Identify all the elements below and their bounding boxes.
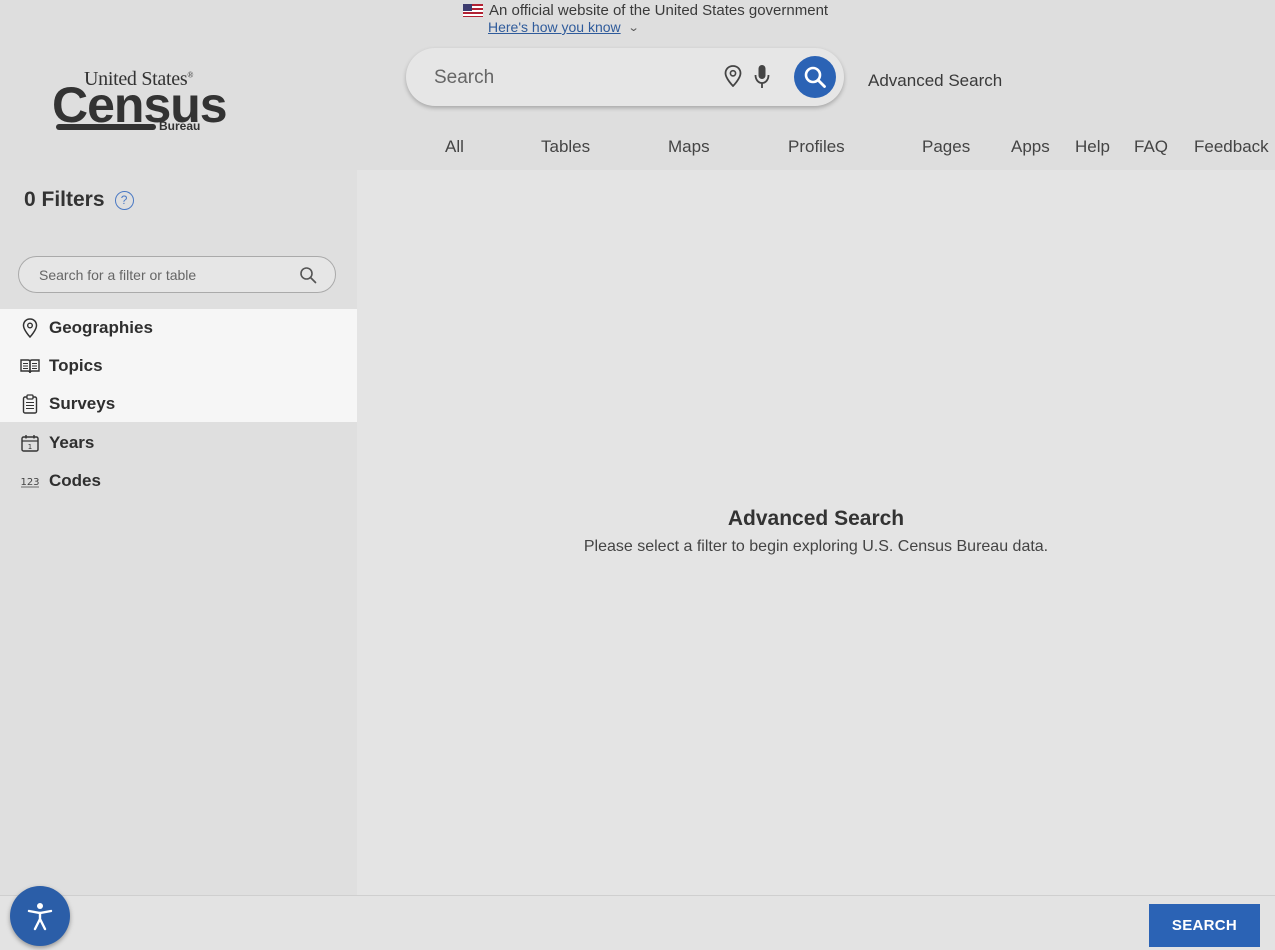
tab-all[interactable]: All (445, 137, 464, 157)
microphone-icon[interactable] (754, 64, 770, 95)
tab-tables[interactable]: Tables (541, 137, 590, 157)
tab-maps[interactable]: Maps (668, 137, 710, 157)
filter-search-input[interactable]: Search for a filter or table (39, 267, 196, 283)
search-icon (804, 66, 826, 88)
advanced-search-instructions: Please select a filter to begin explorin… (583, 538, 1049, 555)
svg-text:123: 123 (20, 477, 39, 488)
search-button[interactable]: SEARCH (1149, 904, 1260, 947)
global-search-input[interactable]: Search (434, 67, 494, 89)
filter-search-field[interactable]: Search for a filter or table (18, 256, 336, 293)
sidebar-item-label: Years (49, 433, 95, 452)
search-icon[interactable] (299, 266, 317, 289)
tab-help[interactable]: Help (1075, 137, 1110, 157)
tab-faq[interactable]: FAQ (1134, 137, 1168, 157)
result-type-tabs: All Tables Maps Profiles Pages Apps Help… (0, 137, 1275, 157)
tab-profiles[interactable]: Profiles (788, 137, 845, 157)
sidebar-item-codes[interactable]: 123 Codes (0, 462, 357, 500)
logo-bureau: Bureau (159, 119, 201, 133)
sidebar-item-years[interactable]: 1 Years (0, 424, 357, 462)
sidebar-item-topics[interactable]: Topics (0, 347, 357, 385)
clipboard-icon (20, 394, 40, 414)
chevron-down-icon[interactable]: ⌄ (627, 21, 639, 34)
census-logo[interactable]: United States® Census Bureau (52, 66, 228, 138)
sidebar-item-surveys[interactable]: Surveys (0, 385, 357, 423)
accessibility-button[interactable] (10, 886, 70, 946)
location-pin-icon[interactable] (724, 65, 742, 92)
global-search-box[interactable]: Search (406, 48, 844, 106)
official-website-text: An official website of the United States… (489, 1, 829, 19)
tab-feedback[interactable]: Feedback (1194, 137, 1269, 157)
calendar-icon: 1 (20, 433, 40, 453)
advanced-search-link[interactable]: Advanced Search (868, 71, 1002, 91)
svg-text:1: 1 (28, 443, 32, 451)
help-question-icon[interactable]: ? (114, 190, 134, 210)
accessibility-icon (27, 903, 53, 931)
advanced-search-title: Advanced Search (727, 507, 905, 530)
sidebar-item-label: Surveys (49, 394, 116, 413)
tab-apps[interactable]: Apps (1011, 137, 1050, 157)
gov-banner: An official website of the United States… (463, 1, 828, 35)
heres-how-you-know-link[interactable]: Here's how you know (488, 19, 621, 35)
logo-underline (56, 124, 156, 130)
sidebar-item-label: Codes (49, 471, 101, 490)
map-pin-icon (20, 318, 40, 338)
tab-pages[interactable]: Pages (922, 137, 970, 157)
bottom-action-bar (0, 895, 1275, 950)
filters-heading: 0 Filters ? (24, 188, 134, 212)
filters-count: 0 Filters (24, 188, 105, 211)
sidebar-item-label: Topics (49, 356, 103, 375)
us-flag-icon (463, 3, 483, 17)
sidebar-item-label: Geographies (49, 318, 153, 337)
main-content: Advanced Search Please select a filter t… (357, 170, 1275, 895)
sidebar-item-geographies[interactable]: Geographies (0, 309, 357, 347)
filter-sidebar: 0 Filters ? Search for a filter or table… (0, 170, 357, 895)
numbers-123-icon: 123 (20, 471, 40, 491)
search-submit-button[interactable] (794, 56, 836, 98)
open-book-icon (20, 356, 40, 376)
